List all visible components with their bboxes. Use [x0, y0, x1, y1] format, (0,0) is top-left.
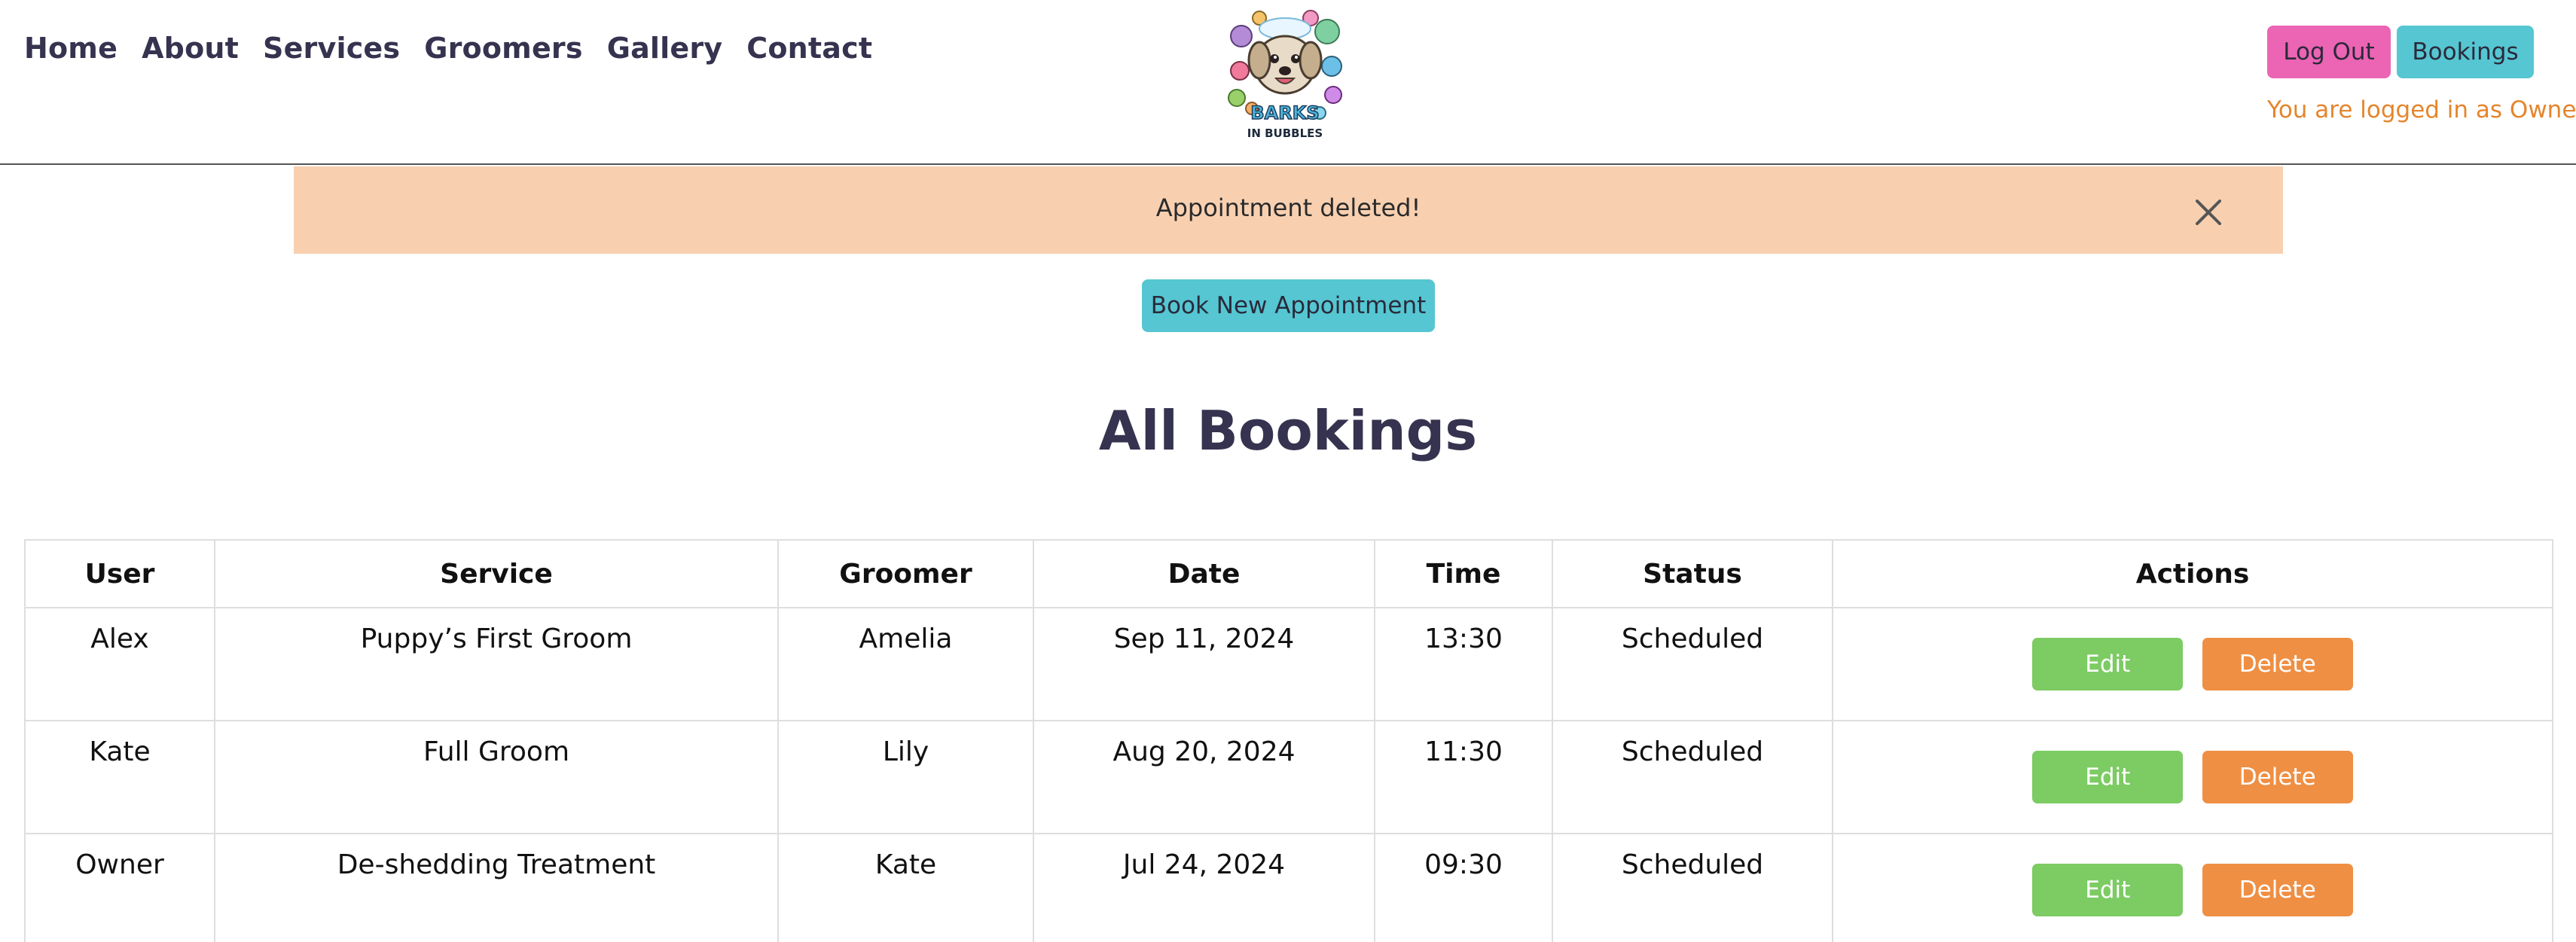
cell-service: De-shedding Treatment: [214, 833, 779, 942]
cell-groomer: Amelia: [777, 607, 1034, 721]
edit-button[interactable]: Edit: [2032, 637, 2184, 690]
cell-time: 11:30: [1374, 720, 1553, 834]
header-service: Service: [214, 539, 779, 608]
nav-home[interactable]: Home: [24, 32, 118, 65]
table-row: Kate Full Groom Lily Aug 20, 2024 11:30 …: [24, 720, 2553, 834]
cell-actions: Edit Delete: [1832, 607, 2553, 721]
header-groomer: Groomer: [777, 539, 1034, 608]
cell-time: 13:30: [1374, 607, 1553, 721]
cell-date: Jul 24, 2024: [1033, 833, 1375, 942]
delete-button[interactable]: Delete: [2202, 750, 2353, 803]
logged-in-status: You are logged in as Owner: [2267, 96, 2576, 123]
table-header-row: User Service Groomer Date Time Status Ac…: [24, 539, 2553, 608]
site-header: Home About Services Groomers Gallery Con…: [0, 0, 2576, 165]
bookings-table-container: User Service Groomer Date Time Status Ac…: [24, 539, 2553, 942]
main-nav: Home About Services Groomers Gallery Con…: [24, 32, 872, 65]
svg-text:IN BUBBLES: IN BUBBLES: [1247, 127, 1323, 140]
cell-service: Puppy’s First Groom: [214, 607, 779, 721]
cell-date: Sep 11, 2024: [1033, 607, 1375, 721]
cell-date: Aug 20, 2024: [1033, 720, 1375, 834]
nav-services[interactable]: Services: [263, 32, 400, 65]
header-actions: Actions: [1832, 539, 2553, 608]
cell-user: Alex: [24, 607, 215, 721]
nav-contact[interactable]: Contact: [746, 32, 872, 65]
cell-actions: Edit Delete: [1832, 833, 2553, 942]
nav-about[interactable]: About: [142, 32, 239, 65]
header-status: Status: [1552, 539, 1833, 608]
svg-text:BARKS: BARKS: [1250, 102, 1319, 123]
cell-status: Scheduled: [1552, 607, 1833, 721]
alert-message: Appointment deleted!: [1155, 194, 1421, 222]
cell-groomer: Kate: [777, 833, 1034, 942]
logout-button[interactable]: Log Out: [2267, 26, 2391, 78]
bookings-table: User Service Groomer Date Time Status Ac…: [24, 539, 2553, 942]
nav-groomers[interactable]: Groomers: [424, 32, 582, 65]
page-title: All Bookings: [1098, 399, 1478, 462]
edit-button[interactable]: Edit: [2032, 750, 2184, 803]
table-row: Owner De-shedding Treatment Kate Jul 24,…: [24, 833, 2553, 942]
dog-bubbles-logo-icon[interactable]: BARKS IN BUBBLES: [1226, 6, 1344, 145]
header-user: User: [24, 539, 215, 608]
nav-gallery[interactable]: Gallery: [607, 32, 723, 65]
alert-banner: Appointment deleted!: [294, 166, 2283, 254]
bookings-button[interactable]: Bookings: [2397, 26, 2534, 78]
close-icon[interactable]: [2192, 196, 2225, 229]
delete-button[interactable]: Delete: [2202, 637, 2353, 690]
table-row: Alex Puppy’s First Groom Amelia Sep 11, …: [24, 607, 2553, 721]
cell-user: Kate: [24, 720, 215, 834]
cell-actions: Edit Delete: [1832, 720, 2553, 834]
cell-user: Owner: [24, 833, 215, 942]
cell-time: 09:30: [1374, 833, 1553, 942]
page: Home About Services Groomers Gallery Con…: [0, 0, 2576, 942]
cell-groomer: Lily: [777, 720, 1034, 834]
cell-service: Full Groom: [214, 720, 779, 834]
delete-button[interactable]: Delete: [2202, 863, 2353, 916]
edit-button[interactable]: Edit: [2032, 863, 2184, 916]
header-time: Time: [1374, 539, 1553, 608]
book-new-appointment-button[interactable]: Book New Appointment: [1142, 279, 1435, 332]
header-date: Date: [1033, 539, 1375, 608]
cell-status: Scheduled: [1552, 833, 1833, 942]
cell-status: Scheduled: [1552, 720, 1833, 834]
